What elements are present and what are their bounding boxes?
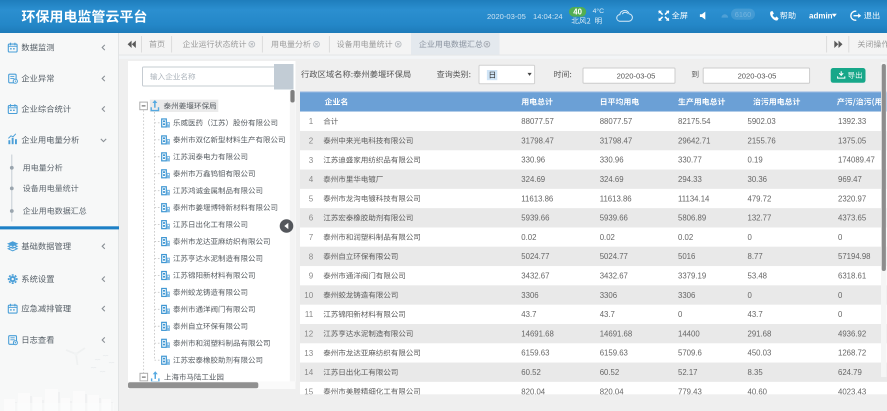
svg-text:13: 13 xyxy=(304,349,313,358)
svg-text:0: 0 xyxy=(748,233,753,242)
svg-text:330.77: 330.77 xyxy=(678,156,702,165)
svg-text:1268.72: 1268.72 xyxy=(838,349,866,358)
svg-text:2020-03-05: 2020-03-05 xyxy=(487,12,526,21)
svg-text:14691.68: 14691.68 xyxy=(521,329,554,338)
svg-text:2020-03-05: 2020-03-05 xyxy=(617,71,656,80)
svg-text:0: 0 xyxy=(678,310,683,319)
svg-text:31798.47: 31798.47 xyxy=(521,136,554,145)
svg-text:5806.89: 5806.89 xyxy=(678,214,706,223)
svg-text:174089.47: 174089.47 xyxy=(838,156,875,165)
svg-text:11: 11 xyxy=(305,310,314,319)
svg-text:7: 7 xyxy=(309,233,314,242)
svg-text:2155.76: 2155.76 xyxy=(748,136,776,145)
svg-text:admin: admin xyxy=(809,11,833,20)
svg-text:3306: 3306 xyxy=(600,291,617,300)
svg-text:0.02: 0.02 xyxy=(678,233,693,242)
svg-text:5: 5 xyxy=(309,194,314,203)
svg-text:11134.14: 11134.14 xyxy=(678,194,710,203)
svg-text:624.79: 624.79 xyxy=(838,368,862,377)
svg-text:0: 0 xyxy=(838,310,843,319)
svg-text:52.17: 52.17 xyxy=(678,368,698,377)
svg-text:291.68: 291.68 xyxy=(748,329,772,338)
svg-text:0.02: 0.02 xyxy=(600,233,615,242)
svg-text:0: 0 xyxy=(748,291,753,300)
svg-text:30.36: 30.36 xyxy=(748,175,768,184)
svg-text:479.72: 479.72 xyxy=(748,194,772,203)
svg-text:8.77: 8.77 xyxy=(748,252,763,261)
svg-text:330.96: 330.96 xyxy=(600,156,624,165)
svg-text:0.02: 0.02 xyxy=(521,233,536,242)
svg-text:11613.86: 11613.86 xyxy=(521,194,553,203)
svg-text:5016: 5016 xyxy=(678,252,695,261)
svg-text:1: 1 xyxy=(309,117,314,126)
svg-text:4936.92: 4936.92 xyxy=(838,329,866,338)
svg-text:324.69: 324.69 xyxy=(521,175,545,184)
svg-text:12: 12 xyxy=(304,329,313,338)
svg-text:1392.33: 1392.33 xyxy=(838,117,866,126)
svg-text:5709.6: 5709.6 xyxy=(678,349,702,358)
svg-text:4: 4 xyxy=(309,175,314,184)
svg-text:4373.65: 4373.65 xyxy=(838,214,867,223)
svg-text:82175.54: 82175.54 xyxy=(678,117,711,126)
svg-text:330.96: 330.96 xyxy=(521,156,545,165)
svg-text:8: 8 xyxy=(309,252,314,261)
svg-text:14:04:24: 14:04:24 xyxy=(533,12,563,21)
svg-text:6159.63: 6159.63 xyxy=(521,349,549,358)
svg-text:5902.03: 5902.03 xyxy=(748,117,776,126)
svg-text:57194.98: 57194.98 xyxy=(838,252,871,261)
svg-text:450.03: 450.03 xyxy=(748,349,772,358)
svg-text:11613.86: 11613.86 xyxy=(600,194,632,203)
svg-text:5024.77: 5024.77 xyxy=(521,252,549,261)
svg-text:60.52: 60.52 xyxy=(521,368,541,377)
svg-text:29642.71: 29642.71 xyxy=(678,136,711,145)
svg-text:132.77: 132.77 xyxy=(748,214,772,223)
svg-text:1375.05: 1375.05 xyxy=(838,136,867,145)
svg-text:6: 6 xyxy=(309,214,314,223)
svg-text:40: 40 xyxy=(573,8,582,17)
svg-text:14: 14 xyxy=(304,368,313,377)
svg-text:3379.19: 3379.19 xyxy=(678,272,706,281)
svg-text:88077.57: 88077.57 xyxy=(600,117,633,126)
svg-text:6318.61: 6318.61 xyxy=(838,272,866,281)
svg-text:53.48: 53.48 xyxy=(748,272,768,281)
svg-text:2020-03-05: 2020-03-05 xyxy=(738,71,777,80)
svg-text:3306: 3306 xyxy=(521,291,538,300)
svg-text:5939.66: 5939.66 xyxy=(521,214,549,223)
svg-text:9: 9 xyxy=(309,272,314,281)
svg-text:2320.97: 2320.97 xyxy=(838,194,866,203)
svg-text:324.69: 324.69 xyxy=(600,175,624,184)
svg-text:3306: 3306 xyxy=(678,291,695,300)
svg-text:6160: 6160 xyxy=(735,10,751,19)
svg-text:2: 2 xyxy=(309,136,314,145)
svg-text:14691.68: 14691.68 xyxy=(600,329,633,338)
svg-text:3432.67: 3432.67 xyxy=(600,272,628,281)
svg-text:10: 10 xyxy=(304,291,313,300)
svg-text:43.7: 43.7 xyxy=(600,310,615,319)
svg-text:31798.47: 31798.47 xyxy=(600,136,633,145)
svg-text:0.19: 0.19 xyxy=(748,156,763,165)
svg-text:88077.57: 88077.57 xyxy=(521,117,554,126)
svg-text:3432.67: 3432.67 xyxy=(521,272,549,281)
svg-text:0: 0 xyxy=(838,233,843,242)
svg-text:3: 3 xyxy=(309,156,314,165)
svg-text:5939.66: 5939.66 xyxy=(600,214,628,223)
svg-text:8.35: 8.35 xyxy=(748,368,764,377)
svg-text:14400: 14400 xyxy=(678,329,700,338)
svg-text:0: 0 xyxy=(838,291,843,300)
svg-text:294.33: 294.33 xyxy=(678,175,702,184)
svg-text:43.7: 43.7 xyxy=(521,310,536,319)
svg-text:60.52: 60.52 xyxy=(600,368,620,377)
svg-text:4°C: 4°C xyxy=(593,7,604,15)
svg-text:6159.63: 6159.63 xyxy=(600,349,628,358)
svg-text:43.7: 43.7 xyxy=(748,310,763,319)
svg-text:5024.77: 5024.77 xyxy=(600,252,628,261)
svg-text:969.47: 969.47 xyxy=(838,175,862,184)
